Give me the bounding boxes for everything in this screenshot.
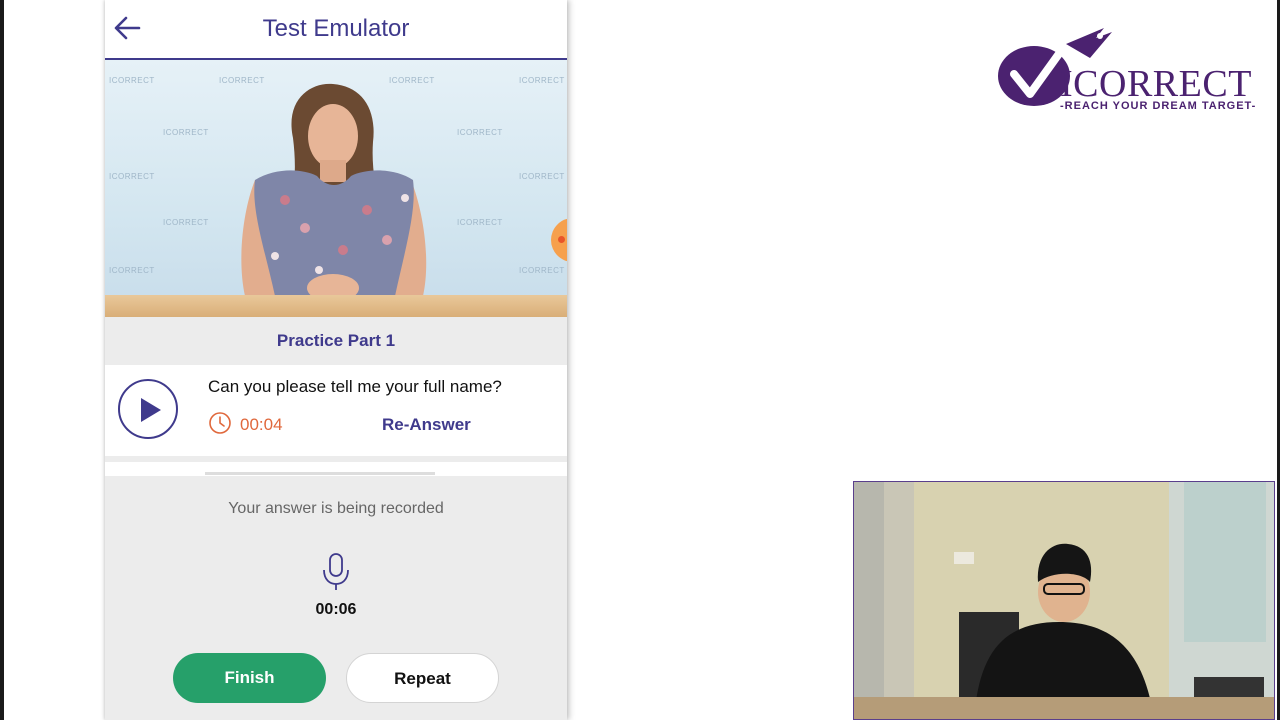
webcam-scene [854, 482, 1274, 719]
desk [105, 295, 567, 317]
question-card: Can you please tell me your full name? 0… [105, 366, 567, 456]
reanswer-button[interactable]: Re-Answer [382, 415, 471, 435]
section-header: Practice Part 1 [105, 317, 567, 365]
play-icon [141, 398, 161, 422]
question-text: Can you please tell me your full name? [208, 377, 502, 396]
repeat-button[interactable]: Repeat [346, 653, 499, 703]
app-title: Test Emulator [262, 15, 410, 42]
examiner-figure [241, 83, 427, 302]
examiner-video[interactable]: ICORRECT ICORRECT ICORRECT ICORRECT ICOR… [105, 60, 567, 317]
recording-panel: Your answer is being recorded 00:06 Fini… [105, 476, 567, 720]
finish-button[interactable]: Finish [173, 653, 326, 703]
play-button[interactable] [118, 379, 178, 439]
answer-duration: 00:04 [240, 415, 283, 434]
record-dot-icon [558, 236, 565, 243]
recording-timer: 00:06 [315, 601, 357, 618]
recording-status: Your answer is being recorded [228, 500, 444, 517]
clock-icon [209, 412, 231, 434]
section-title: Practice Part 1 [276, 331, 396, 350]
app-bar: Test Emulator [105, 0, 567, 60]
next-question-card [105, 462, 567, 476]
next-question-placeholder [205, 472, 435, 475]
webcam-feed [853, 481, 1275, 720]
brand-tagline: -REACH YOUR DREAM TARGET- [1060, 100, 1257, 112]
phone-screen: Test Emulator ICORRECT ICORRECT ICORRECT… [105, 0, 567, 720]
microphone-icon [323, 553, 349, 590]
left-edge [0, 0, 4, 720]
